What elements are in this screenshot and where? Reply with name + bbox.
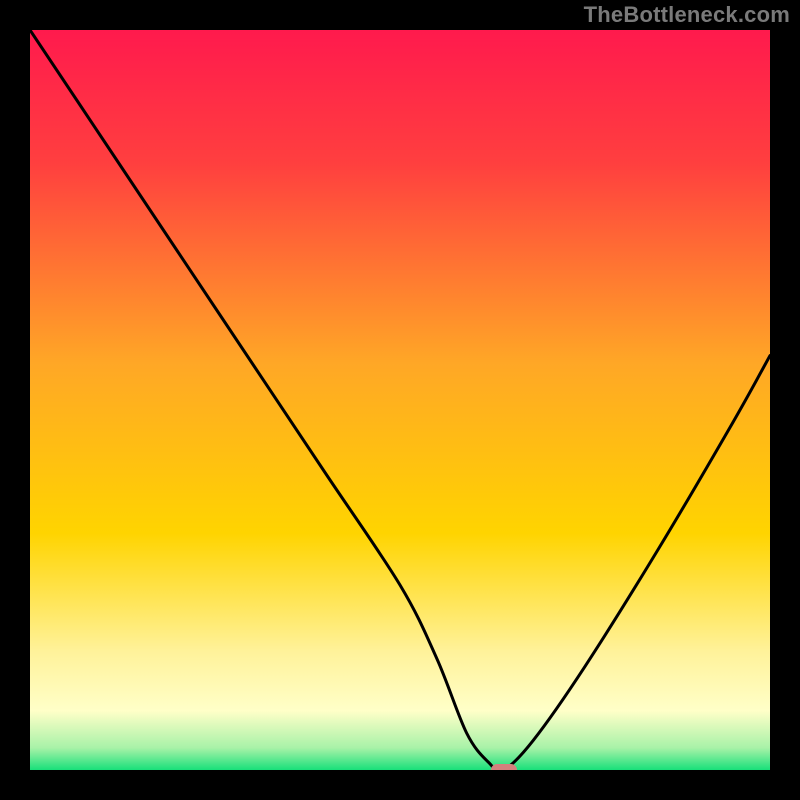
watermark-text: TheBottleneck.com: [584, 2, 790, 28]
chart-root: TheBottleneck.com: [0, 0, 800, 800]
minimum-marker: [491, 764, 517, 770]
plot-area: [30, 30, 770, 770]
bottleneck-curve: [30, 30, 770, 770]
plot-frame: [30, 30, 770, 770]
